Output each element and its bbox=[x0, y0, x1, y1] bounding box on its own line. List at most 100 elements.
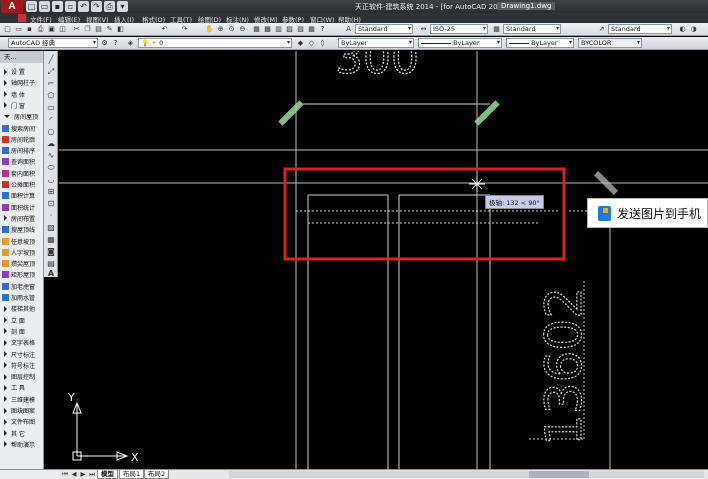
polygon-icon[interactable]: ⬠ bbox=[46, 91, 56, 101]
open-icon[interactable]: ▭ bbox=[14, 25, 23, 34]
toolbar-extra-icon-2[interactable]: ◑ bbox=[689, 25, 698, 34]
palette-item[interactable]: 面积计算 bbox=[2, 191, 35, 200]
open-file-icon[interactable]: ▭ bbox=[39, 1, 50, 12]
table-icon[interactable]: ▤ bbox=[46, 259, 56, 269]
toolbar-extra-icon-1[interactable]: ◐ bbox=[678, 25, 687, 34]
zoom-window-icon[interactable]: ⊙ bbox=[227, 25, 236, 34]
drawing-canvas[interactable]: 300 13602 Y X bbox=[59, 51, 708, 469]
zoom-previous-icon[interactable]: ⊖ bbox=[238, 25, 247, 34]
table-style-select[interactable]: Standard ▾ bbox=[503, 24, 561, 34]
palette-item[interactable]: 公摊面积 bbox=[2, 180, 35, 189]
undo-icon[interactable]: ↶ bbox=[78, 1, 89, 12]
palette-item[interactable]: 墙 体 bbox=[2, 90, 25, 99]
redo-icon[interactable]: ↷ bbox=[180, 25, 189, 34]
ellipse-arc-icon[interactable]: ◡ bbox=[46, 175, 56, 185]
tab-model[interactable]: 模型 bbox=[97, 470, 118, 479]
menu-app-icon[interactable] bbox=[18, 14, 26, 22]
palette-item[interactable]: 立 面 bbox=[2, 316, 25, 325]
circle-icon[interactable]: ○ bbox=[46, 127, 56, 137]
polyline-icon[interactable]: ⌐ bbox=[46, 79, 56, 89]
ellipse-icon[interactable]: ⬭ bbox=[46, 163, 56, 173]
preview-icon[interactable]: ▣ bbox=[47, 25, 56, 34]
palette-item[interactable]: 工 具 bbox=[2, 383, 25, 392]
undo-icon[interactable]: ↶ bbox=[160, 25, 169, 34]
arc-icon[interactable]: ◜ bbox=[46, 115, 56, 125]
workspace-settings-icon[interactable]: ⚙ bbox=[100, 39, 109, 48]
lineweight-select[interactable]: ByLayer ▾ bbox=[506, 38, 574, 48]
palette-item[interactable]: 符号标注 bbox=[2, 361, 35, 370]
gradient-icon[interactable]: ▦ bbox=[46, 235, 56, 245]
tab-next-icon[interactable]: ▶ bbox=[79, 470, 87, 479]
palette-item[interactable]: 房间轮廓 bbox=[2, 135, 35, 144]
zoom-realtime-icon[interactable]: ⊕ bbox=[216, 25, 225, 34]
workspace-select[interactable]: AutoCAD 经典 ▾ bbox=[8, 38, 98, 48]
palette-item[interactable]: 任意坡顶 bbox=[2, 237, 35, 246]
palette-item[interactable]: 房间布置 bbox=[2, 214, 35, 223]
revcloud-icon[interactable]: ☁ bbox=[46, 139, 56, 149]
match-prop-icon[interactable]: ✎ bbox=[105, 25, 114, 34]
block-editor-icon[interactable]: ◧ bbox=[116, 25, 125, 34]
palette-item[interactable]: 其 它 bbox=[2, 429, 25, 438]
design-center-icon[interactable]: ▩ bbox=[263, 25, 272, 34]
plot-icon[interactable]: ⎙ bbox=[104, 1, 115, 12]
new-file-icon[interactable]: □ bbox=[26, 1, 37, 12]
qat-dropdown-icon[interactable]: ▾ bbox=[117, 1, 128, 12]
redo-icon[interactable]: ↷ bbox=[91, 1, 102, 12]
copy-icon[interactable]: ❐ bbox=[83, 25, 92, 34]
paste-icon[interactable]: ▤ bbox=[94, 25, 103, 34]
palette-item[interactable]: 楼梯其他 bbox=[2, 304, 35, 313]
palette-item[interactable]: 矩形屋顶 bbox=[2, 270, 35, 279]
palette-item[interactable]: 帮助演示 bbox=[2, 440, 35, 449]
palette-item[interactable]: 房间屋顶 bbox=[2, 112, 38, 121]
palette-item[interactable]: 搜索房间 bbox=[2, 124, 35, 133]
dim-style-select[interactable]: ISO-25 ▾ bbox=[430, 24, 488, 34]
palette-item[interactable]: 套内面积 bbox=[2, 169, 35, 178]
color-select[interactable]: ByLayer ▾ bbox=[338, 38, 414, 48]
tab-layout2[interactable]: 布局2 bbox=[144, 470, 170, 479]
calculator-icon[interactable]: ▦ bbox=[307, 25, 316, 34]
mtext-icon[interactable]: A bbox=[46, 269, 56, 279]
line-icon[interactable]: ╱ bbox=[46, 55, 56, 65]
help-icon[interactable]: ? bbox=[318, 25, 327, 34]
layer-select[interactable]: 💡 ☀ 0 ▾ bbox=[138, 38, 292, 48]
horizontal-scrollbar[interactable] bbox=[229, 471, 704, 478]
palette-header[interactable]: 天... bbox=[0, 51, 43, 63]
publish-icon[interactable]: ◫ bbox=[58, 25, 67, 34]
palette-item[interactable]: 尺寸标注 bbox=[2, 350, 35, 359]
palette-item[interactable]: 搜屋顶线 bbox=[2, 225, 35, 234]
make-current-layer-icon[interactable]: ◆ bbox=[296, 39, 305, 48]
markup-icon[interactable]: ▧ bbox=[296, 25, 305, 34]
palette-item[interactable]: 三维建模 bbox=[2, 395, 35, 404]
layer-state-icon[interactable]: ◊ bbox=[318, 39, 327, 48]
palette-item[interactable]: 设 置 bbox=[2, 67, 25, 76]
palette-item[interactable]: 查询面积 bbox=[2, 157, 35, 166]
palette-item[interactable]: 人字坡顶 bbox=[2, 248, 35, 257]
palette-item[interactable]: 文字表格 bbox=[2, 338, 35, 347]
layer-manager-icon[interactable]: ◈ bbox=[126, 39, 135, 48]
pan-icon[interactable]: ✋ bbox=[205, 25, 214, 34]
palette-item[interactable]: 文件布图 bbox=[2, 417, 35, 426]
tab-last-icon[interactable]: ⏭ bbox=[88, 470, 96, 479]
plotstyle-select[interactable]: BYCOLOR ▾ bbox=[578, 38, 642, 48]
new-icon[interactable]: □ bbox=[3, 25, 12, 34]
save-as-icon[interactable]: ▫ bbox=[65, 1, 76, 12]
palette-item[interactable]: 图块图案 bbox=[2, 406, 35, 415]
palette-item[interactable]: 加老虎窗 bbox=[2, 282, 35, 291]
cut-icon[interactable]: ✂ bbox=[72, 25, 81, 34]
palette-item[interactable]: 攒尖屋顶 bbox=[2, 259, 35, 268]
hatch-icon[interactable]: ▨ bbox=[46, 223, 56, 233]
workspace-help-icon[interactable]: ? bbox=[111, 39, 120, 48]
tool-palettes-icon[interactable]: ▥ bbox=[274, 25, 283, 34]
tab-prev-icon[interactable]: ◀ bbox=[70, 470, 78, 479]
sheet-set-icon[interactable]: ▨ bbox=[285, 25, 294, 34]
palette-item[interactable]: 剖 面 bbox=[2, 327, 25, 336]
construction-line-icon[interactable]: ⤢ bbox=[46, 67, 56, 77]
insert-block-icon[interactable]: ⊞ bbox=[46, 187, 56, 197]
palette-item[interactable]: 轴网柱子 bbox=[2, 78, 35, 87]
rectangle-icon[interactable]: ▭ bbox=[46, 103, 56, 113]
linetype-select[interactable]: ByLayer ▾ bbox=[418, 38, 502, 48]
palette-item[interactable]: 图层控制 bbox=[2, 372, 35, 381]
palette-item[interactable]: 面积统计 bbox=[2, 203, 35, 212]
layer-previous-icon[interactable]: ◇ bbox=[307, 39, 316, 48]
send-to-phone-button[interactable]: 发送图片到手机 bbox=[587, 198, 708, 228]
